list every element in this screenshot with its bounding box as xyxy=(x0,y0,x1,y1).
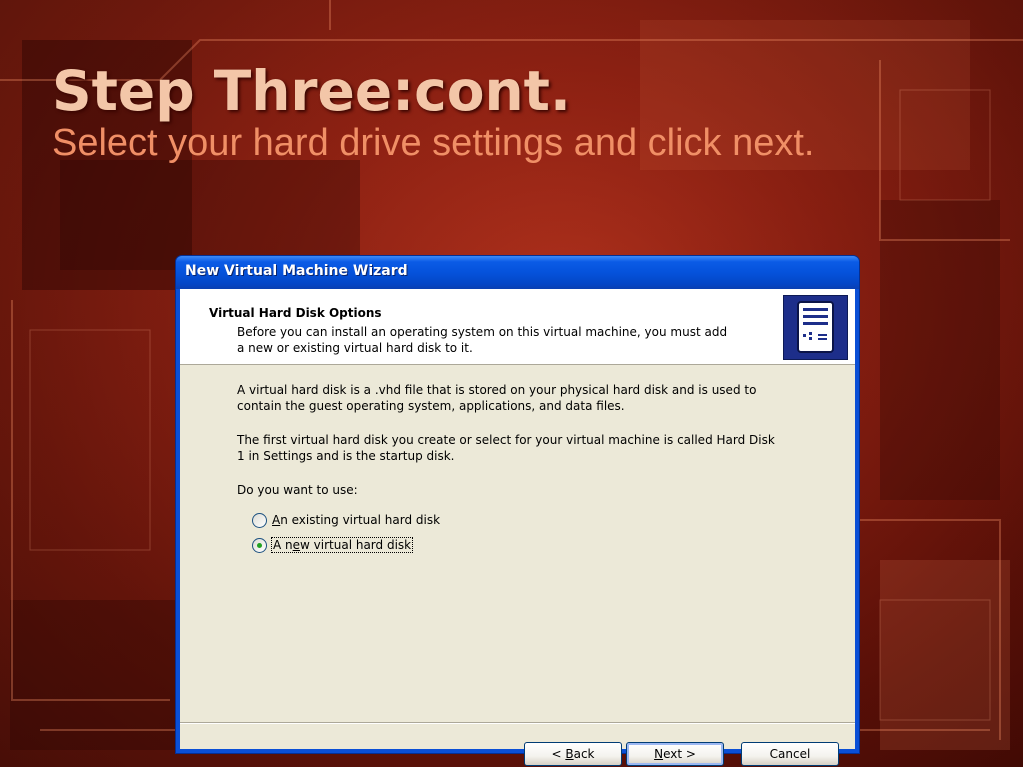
next-button-mnemonic: N xyxy=(654,747,664,761)
page-description-line-2: a new or existing virtual hard disk to i… xyxy=(237,341,473,355)
new-disk-mnemonic: e xyxy=(292,538,301,552)
slide-title: Step Three:cont. xyxy=(52,59,571,123)
server-icon xyxy=(783,295,848,360)
footer-separator xyxy=(180,722,855,724)
wizard-window: New Virtual Machine Wizard Virtual Hard … xyxy=(176,256,859,766)
next-button[interactable]: Next > xyxy=(626,742,724,766)
radio-selected-dot xyxy=(257,542,262,548)
radio-existing-disk[interactable] xyxy=(252,512,267,528)
wizard-client-area: Virtual Hard Disk Options Before you can… xyxy=(180,289,855,766)
new-disk-label-pre: A n xyxy=(273,538,293,552)
window-titlebar[interactable]: New Virtual Machine Wizard xyxy=(176,256,859,289)
cancel-button[interactable]: Cancel xyxy=(741,742,839,766)
existing-disk-label: An existing virtual hard disk xyxy=(272,513,440,527)
slide-subtitle: Select your hard drive settings and clic… xyxy=(52,122,815,164)
radio-new-disk[interactable] xyxy=(252,537,267,553)
wizard-header: Virtual Hard Disk Options Before you can… xyxy=(180,289,855,365)
description-paragraph-1: A virtual hard disk is a .vhd file that … xyxy=(237,382,817,414)
paragraph-1-line-2: contain the guest operating system, appl… xyxy=(237,399,625,413)
back-button[interactable]: < Back xyxy=(524,742,622,766)
page-title: Virtual Hard Disk Options xyxy=(209,306,382,320)
question-label: Do you want to use: xyxy=(237,483,358,497)
window-title: New Virtual Machine Wizard xyxy=(185,263,408,279)
page-description-line-1: Before you can install an operating syst… xyxy=(237,325,728,339)
description-paragraph-2: The first virtual hard disk you create o… xyxy=(237,432,817,464)
back-button-arrow: < xyxy=(551,747,566,761)
new-disk-label-rest: w virtual hard disk xyxy=(300,538,412,552)
page-description: Before you can install an operating syst… xyxy=(237,324,777,356)
next-button-label: ext > xyxy=(663,747,696,761)
new-disk-label: A new virtual hard disk xyxy=(270,537,414,553)
new-disk-option[interactable]: A new virtual hard disk xyxy=(252,536,414,554)
back-button-label: ack xyxy=(573,747,595,761)
existing-disk-label-rest: n existing virtual hard disk xyxy=(280,513,441,527)
existing-disk-option[interactable]: An existing virtual hard disk xyxy=(252,511,440,529)
paragraph-2-line-1: The first virtual hard disk you create o… xyxy=(237,433,775,447)
paragraph-2-line-2: 1 in Settings and is the startup disk. xyxy=(237,449,455,463)
paragraph-1-line-1: A virtual hard disk is a .vhd file that … xyxy=(237,383,757,397)
back-button-mnemonic: B xyxy=(565,747,574,761)
existing-disk-mnemonic: A xyxy=(272,513,281,527)
